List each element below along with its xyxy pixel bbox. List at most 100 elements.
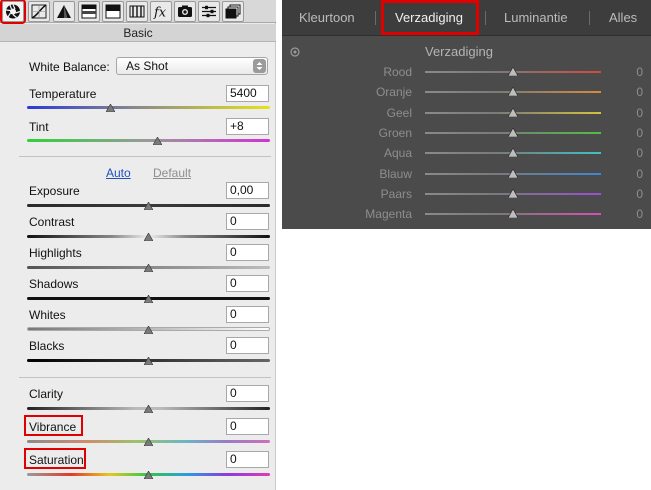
contrast-label: Contrast xyxy=(29,215,75,229)
tab-divider xyxy=(375,11,376,25)
vibrance-input[interactable]: 0 xyxy=(226,418,269,435)
presets-tab-button[interactable] xyxy=(198,1,220,22)
detail-tab-button[interactable] xyxy=(53,1,75,22)
temperature-input[interactable]: 5400 xyxy=(226,85,269,102)
color-value-aqua: 0 xyxy=(636,146,643,161)
highlights-input[interactable]: 0 xyxy=(226,244,269,261)
target-adjustment-icon[interactable] xyxy=(290,47,300,57)
effects-tab-button[interactable]: fx xyxy=(150,1,172,22)
separator xyxy=(19,156,271,157)
camera-raw-basic-panel: fx Basic White Balance: As Shot Temperat… xyxy=(0,0,276,490)
tone-curve-icon xyxy=(29,2,49,21)
temperature-label: Temperature xyxy=(29,87,97,101)
basic-aperture-icon xyxy=(3,2,23,21)
tab-luminantie[interactable]: Luminantie xyxy=(504,10,568,25)
whites-input[interactable]: 0 xyxy=(226,306,269,323)
color-slider-thumb-paars[interactable] xyxy=(508,188,518,198)
blacks-slider-thumb[interactable] xyxy=(144,357,153,365)
tint-input[interactable]: +8 xyxy=(226,118,269,135)
hsl-tab-bar: Kleurtoon Verzadiging Luminantie Alles xyxy=(282,0,651,36)
shadows-label: Shadows xyxy=(29,277,79,291)
lightroom-hsl-panel: Kleurtoon Verzadiging Luminantie Alles V… xyxy=(282,0,651,229)
blacks-label: Blacks xyxy=(29,339,65,353)
contrast-slider-thumb[interactable] xyxy=(144,233,153,241)
color-slider-thumb-magenta[interactable] xyxy=(508,209,518,219)
color-value-groen: 0 xyxy=(636,125,643,140)
exposure-label: Exposure xyxy=(29,184,80,198)
detail-triangle-icon xyxy=(54,2,74,21)
active-tab-highlight-box xyxy=(381,0,479,35)
tab-kleurtoon[interactable]: Kleurtoon xyxy=(299,10,355,25)
effects-fx-icon: fx xyxy=(151,2,171,21)
snapshots-icon xyxy=(223,2,243,21)
color-label-groen: Groen xyxy=(378,125,412,140)
color-slider-thumb-blauw[interactable] xyxy=(508,168,518,178)
color-label-magenta: Magenta xyxy=(365,207,412,222)
lens-corrections-icon xyxy=(127,2,147,21)
tab-divider xyxy=(485,11,486,25)
whites-label: Whites xyxy=(29,308,66,322)
clarity-input[interactable]: 0 xyxy=(226,385,269,402)
color-value-paars: 0 xyxy=(636,186,643,201)
color-label-oranje: Oranje xyxy=(375,85,412,100)
highlights-label: Highlights xyxy=(29,246,82,260)
tone-curve-tab-button[interactable] xyxy=(28,1,50,22)
section-title: Verzadiging xyxy=(425,44,493,59)
tab-alles[interactable]: Alles xyxy=(609,10,637,25)
color-value-blauw: 0 xyxy=(636,166,643,181)
blacks-input[interactable]: 0 xyxy=(226,337,269,354)
color-slider-thumb-oranje[interactable] xyxy=(508,87,518,97)
presets-sliders-icon xyxy=(199,2,219,21)
panel-header: Basic xyxy=(0,24,276,42)
white-balance-select[interactable]: As Shot xyxy=(116,57,268,75)
select-arrows-icon xyxy=(253,59,266,73)
saturation-slider-thumb[interactable] xyxy=(144,471,153,479)
svg-text:fx: fx xyxy=(153,6,167,21)
color-value-magenta: 0 xyxy=(636,207,643,222)
panel-toolbar: fx xyxy=(0,0,276,24)
shadows-slider-thumb[interactable] xyxy=(144,295,153,303)
color-label-geel: Geel xyxy=(386,105,412,120)
saturation-input[interactable]: 0 xyxy=(226,451,269,468)
lens-corrections-tab-button[interactable] xyxy=(126,1,148,22)
color-label-rood: Rood xyxy=(383,65,412,79)
separator xyxy=(19,377,271,378)
contrast-input[interactable]: 0 xyxy=(226,213,269,230)
temperature-slider-track[interactable] xyxy=(27,106,270,109)
color-slider-thumb-rood[interactable] xyxy=(508,67,518,76)
color-slider-thumb-geel[interactable] xyxy=(508,107,518,117)
tint-label: Tint xyxy=(29,120,49,134)
exposure-slider-thumb[interactable] xyxy=(144,202,153,210)
basic-tab-button[interactable] xyxy=(0,0,26,24)
color-value-rood: 0 xyxy=(636,65,643,79)
exposure-input[interactable]: 0,00 xyxy=(226,182,269,199)
whites-slider-thumb[interactable] xyxy=(144,326,153,334)
shadows-input[interactable]: 0 xyxy=(226,275,269,292)
saturation-label: Saturation xyxy=(29,453,84,467)
white-balance-label: White Balance: xyxy=(29,60,110,74)
white-balance-value: As Shot xyxy=(126,59,169,73)
hsl-grayscale-icon xyxy=(79,2,99,21)
color-value-geel: 0 xyxy=(636,105,643,120)
default-link[interactable]: Default xyxy=(153,166,191,180)
tab-divider xyxy=(589,11,590,25)
split-toning-tab-button[interactable] xyxy=(102,1,124,22)
auto-link[interactable]: Auto xyxy=(106,166,131,180)
split-toning-icon xyxy=(103,2,123,21)
color-label-paars: Paars xyxy=(380,186,412,201)
snapshots-tab-button[interactable] xyxy=(222,1,244,22)
color-label-aqua: Aqua xyxy=(383,146,412,161)
temperature-slider-thumb[interactable] xyxy=(106,104,115,112)
color-slider-thumb-groen[interactable] xyxy=(508,127,518,137)
camera-calibration-icon xyxy=(175,2,195,21)
vibrance-label: Vibrance xyxy=(29,420,77,434)
tint-slider-track[interactable] xyxy=(27,139,270,142)
clarity-slider-thumb[interactable] xyxy=(144,405,153,413)
vibrance-slider-thumb[interactable] xyxy=(144,438,153,446)
highlights-slider-thumb[interactable] xyxy=(144,264,153,272)
tint-slider-thumb[interactable] xyxy=(153,137,162,145)
hsl-tab-button[interactable] xyxy=(78,1,100,22)
color-slider-thumb-aqua[interactable] xyxy=(508,148,518,158)
camera-calibration-tab-button[interactable] xyxy=(174,1,196,22)
color-label-blauw: Blauw xyxy=(379,166,412,181)
